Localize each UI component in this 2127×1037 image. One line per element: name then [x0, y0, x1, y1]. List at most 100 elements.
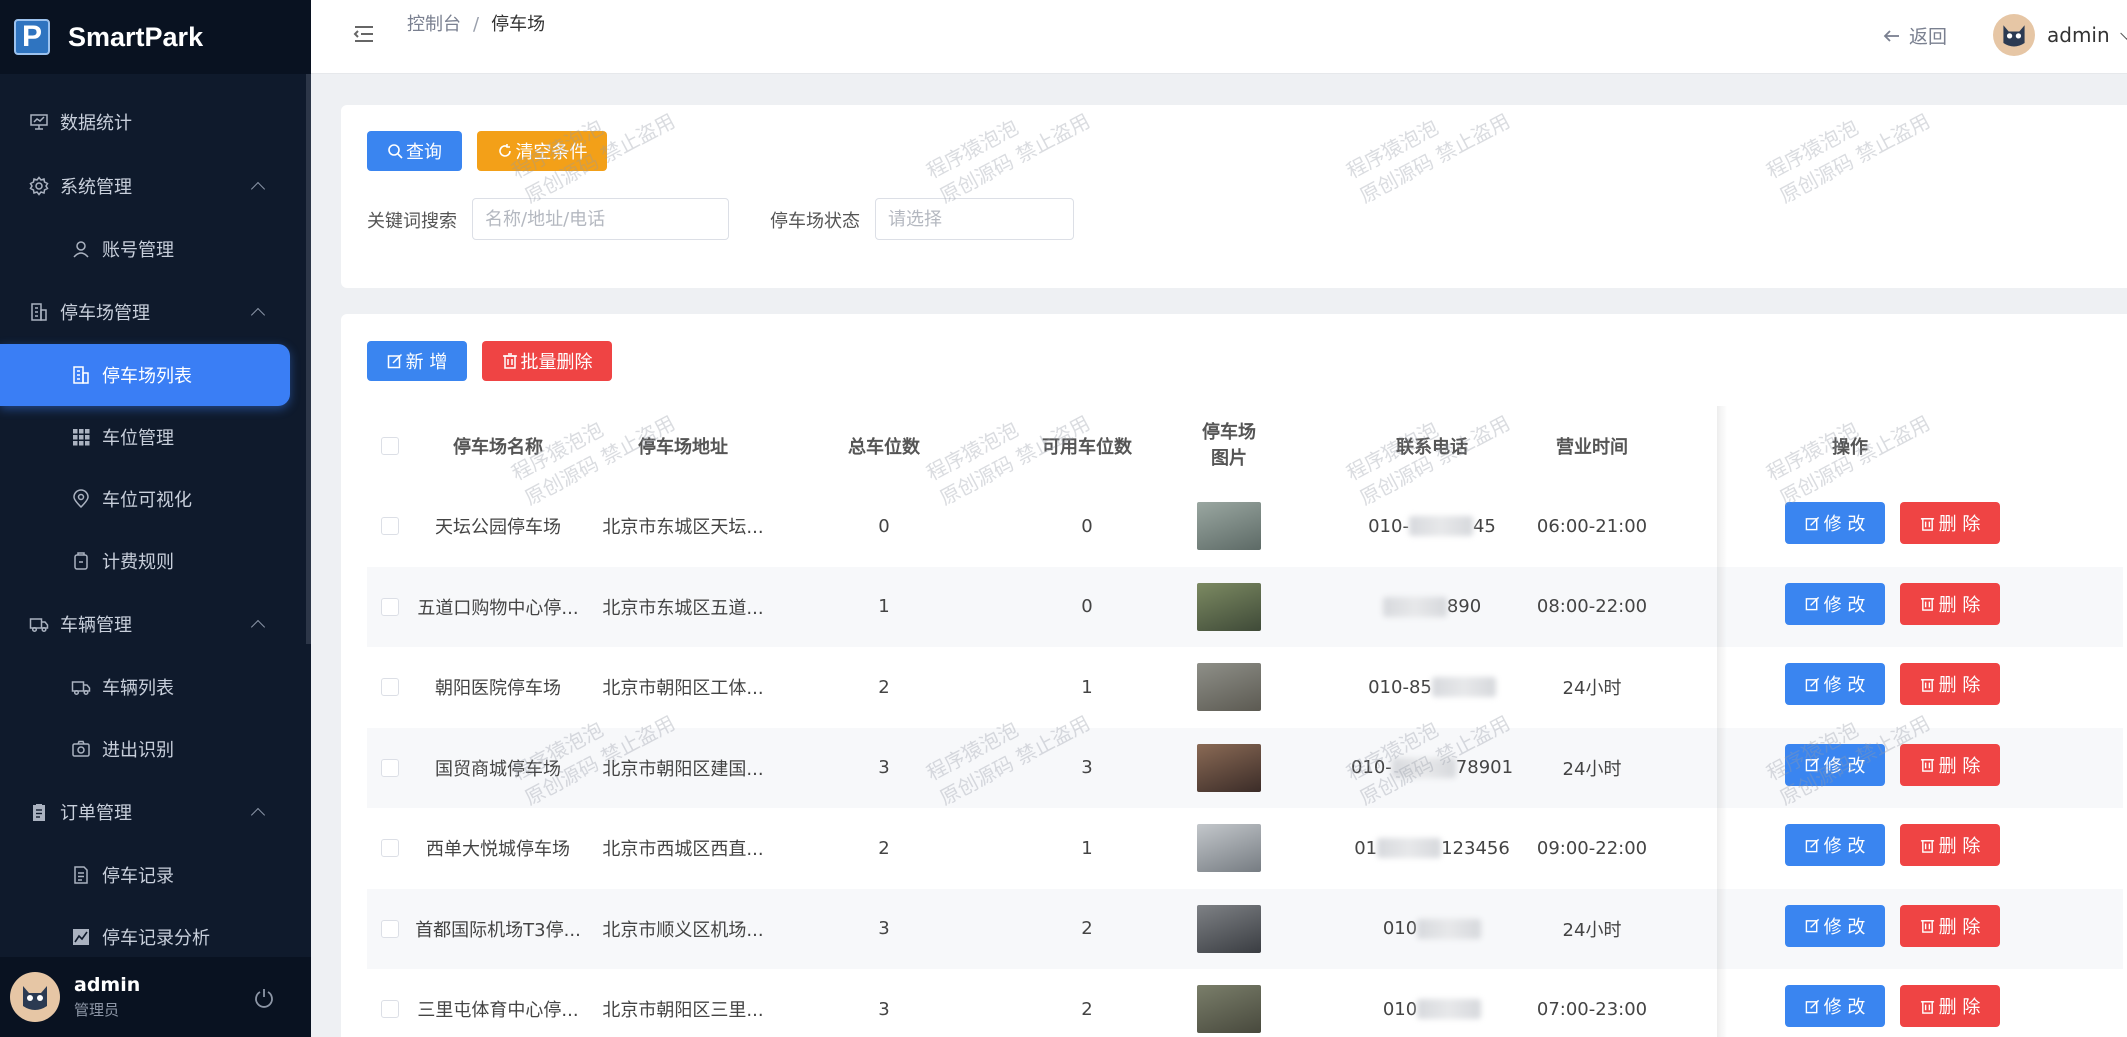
edit-button[interactable]: 修 改 [1785, 582, 1885, 625]
delete-label: 删 除 [1938, 997, 1981, 1018]
parking-lot-image[interactable] [1197, 824, 1261, 872]
trash-icon [1920, 517, 1934, 531]
cell-img [1189, 647, 1269, 727]
line-chart-icon [70, 926, 92, 948]
edit-button[interactable]: 修 改 [1785, 824, 1885, 866]
edit-icon [1805, 757, 1819, 772]
delete-button[interactable]: 删 除 [1900, 985, 2000, 1027]
back-button[interactable]: 返回 [1883, 22, 1947, 49]
edit-label: 修 改 [1823, 916, 1866, 938]
row-checkbox[interactable] [381, 678, 399, 696]
row-checkbox[interactable] [381, 517, 399, 535]
parking-lot-image[interactable] [1197, 985, 1261, 1033]
row-checkbox[interactable] [381, 597, 399, 616]
sidebar-item-4[interactable]: 停车场列表 [0, 344, 290, 406]
column-header[interactable]: 可用车位数 [985, 406, 1189, 486]
top-header: 控制台 / 停车场 返回 admin [311, 0, 2127, 74]
cell-chk [367, 969, 413, 1037]
parking-lot-image[interactable] [1197, 904, 1261, 953]
back-label: 返回 [1909, 26, 1948, 48]
status-label: 停车场状态 [770, 211, 860, 232]
sidebar-item-7[interactable]: 计费规则 [0, 530, 311, 592]
header-user-dropdown[interactable]: admin [1993, 14, 2127, 56]
keyword-search-input[interactable] [472, 198, 729, 240]
cell-hours: 24小时 [1562, 678, 1622, 699]
row-checkbox[interactable] [381, 919, 399, 938]
edit-icon [1805, 596, 1819, 611]
batch-delete-button[interactable]: 批量删除 [482, 341, 612, 381]
delete-label: 删 除 [1938, 594, 1981, 616]
add-button[interactable]: 新 增 [367, 341, 467, 381]
edit-button[interactable]: 修 改 [1785, 904, 1885, 947]
status-select[interactable] [875, 198, 1074, 240]
row-checkbox[interactable] [381, 839, 399, 857]
avatar[interactable] [10, 972, 60, 1022]
edit-label: 修 改 [1823, 675, 1866, 696]
select-all-checkbox[interactable] [381, 437, 399, 455]
menu-toggle-icon[interactable] [353, 24, 375, 48]
cell-available: 1 [1081, 676, 1093, 698]
delete-button[interactable]: 删 除 [1900, 582, 2000, 625]
delete-button[interactable]: 删 除 [1900, 904, 2000, 947]
sidebar-item-label: 计费规则 [102, 552, 174, 573]
column-header[interactable]: 停车场地址 [583, 406, 783, 486]
phone-visible-prefix: 01 [1354, 837, 1378, 859]
breadcrumb-home[interactable]: 控制台 [407, 14, 461, 35]
edit-button[interactable]: 修 改 [1785, 985, 1885, 1027]
parking-lot-image[interactable] [1197, 663, 1261, 711]
fixed-column-shadow [1717, 406, 1727, 1037]
parking-lot-image[interactable] [1197, 743, 1261, 792]
sidebar-item-5[interactable]: 车位管理 [0, 406, 311, 468]
delete-button[interactable]: 删 除 [1900, 743, 2000, 786]
sidebar-item-10[interactable]: 进出识别 [0, 718, 311, 780]
sidebar-item-1[interactable]: 系统管理 [0, 154, 311, 218]
column-header[interactable]: 总车位数 [783, 406, 985, 486]
sidebar-item-0[interactable]: 数据统计 [0, 90, 311, 154]
edit-button[interactable]: 修 改 [1785, 743, 1885, 786]
delete-button[interactable]: 删 除 [1900, 663, 2000, 705]
delete-button[interactable]: 删 除 [1900, 824, 2000, 866]
cell-img [1189, 808, 1269, 888]
query-button[interactable]: 查询 [367, 131, 462, 171]
sidebar-item-6[interactable]: 车位可视化 [0, 468, 311, 530]
parking-lot-image[interactable] [1197, 502, 1261, 550]
sidebar-item-3[interactable]: 停车场管理 [0, 280, 311, 344]
column-header[interactable]: 停车场图片 [1199, 406, 1259, 486]
sidebar-item-12[interactable]: 停车记录 [0, 844, 311, 906]
parking-lot-image[interactable] [1197, 582, 1261, 631]
cell-img [1189, 567, 1269, 647]
column-header[interactable]: 操作 [1750, 406, 1950, 486]
sidebar-item-2[interactable]: 账号管理 [0, 218, 311, 280]
cell-total: 0 [878, 515, 890, 537]
logo[interactable]: P SmartPark [0, 0, 311, 74]
edit-button[interactable]: 修 改 [1785, 502, 1885, 544]
sidebar-item-11[interactable]: 订单管理 [0, 780, 311, 844]
sidebar-scrollbar[interactable] [306, 74, 311, 644]
delete-button[interactable]: 删 除 [1900, 502, 2000, 544]
row-checkbox[interactable] [381, 758, 399, 777]
sidebar-item-9[interactable]: 车辆列表 [0, 656, 311, 718]
phone-blurred-digits [1382, 596, 1447, 617]
sidebar-item-label: 账号管理 [102, 240, 174, 261]
column-header[interactable]: 联系电话 [1347, 406, 1517, 486]
row-checkbox[interactable] [381, 1000, 399, 1018]
cell-name: 国贸商城停车场 [435, 758, 561, 780]
phone-blurred-digits [1431, 677, 1496, 697]
sidebar-item-8[interactable]: 车辆管理 [0, 592, 311, 656]
phone-visible-suffix: 890 [1446, 596, 1482, 617]
edit-label: 修 改 [1823, 836, 1866, 857]
breadcrumb: 控制台 / 停车场 [407, 10, 545, 36]
column-header[interactable]: 营业时间 [1517, 406, 1667, 486]
clear-conditions-button[interactable]: 清空条件 [477, 131, 607, 171]
sidebar-item-label: 停车记录分析 [102, 928, 210, 949]
cell-name: 天坛公园停车场 [435, 517, 561, 538]
cell-total: 3 [878, 757, 890, 778]
cell-name: 三里屯体育中心停... [417, 1000, 579, 1021]
cell-img [1189, 889, 1269, 969]
logout-power-icon[interactable] [253, 987, 275, 1013]
trash-icon [1920, 1000, 1934, 1014]
column-header[interactable]: 停车场名称 [413, 406, 583, 486]
edit-button[interactable]: 修 改 [1785, 663, 1885, 705]
phone-visible-prefix: 010- [1350, 757, 1392, 778]
cell-total: 3 [878, 998, 890, 1020]
